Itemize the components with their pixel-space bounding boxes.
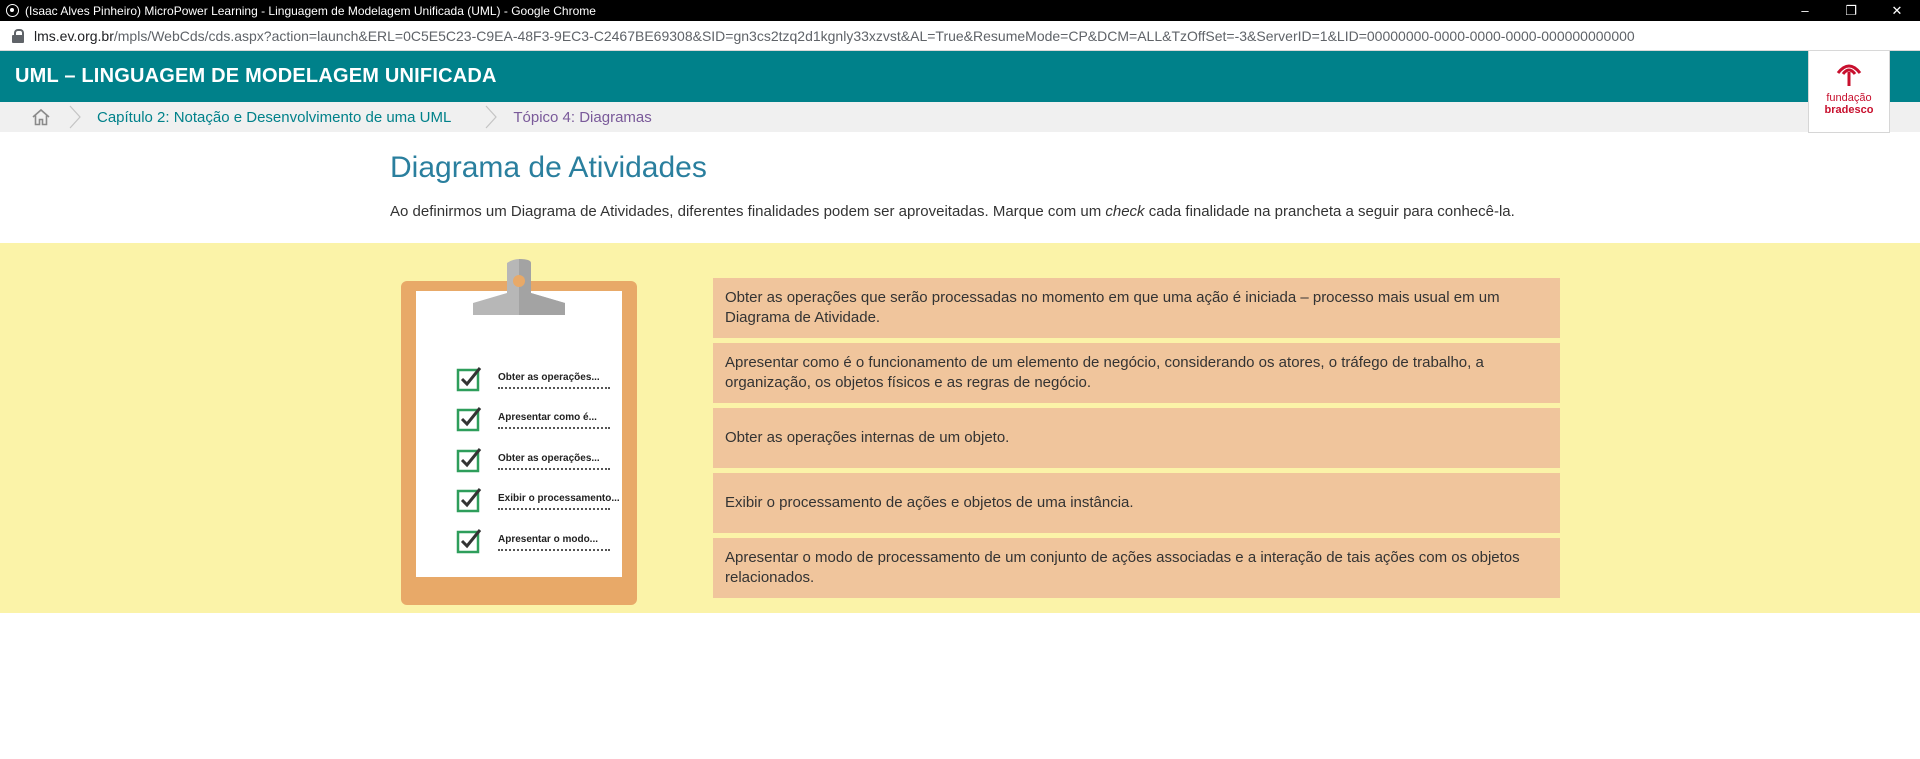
chevron-right-icon xyxy=(69,105,81,129)
intro-text: Ao definirmos um Diagrama de Atividades,… xyxy=(390,203,1515,220)
chevron-right-icon xyxy=(485,105,498,129)
url-host[interactable]: lms.ev.org.br xyxy=(34,28,114,44)
clipboard-paper: Obter as operações... Apresentar como é.… xyxy=(416,291,622,577)
clipboard-item-label: Apresentar o modo... xyxy=(498,534,610,551)
checked-checkbox-icon[interactable] xyxy=(456,528,482,554)
clipboard-clip-icon xyxy=(473,259,565,315)
breadcrumb-chapter[interactable]: Capítulo 2: Notação e Desenvolvimento de… xyxy=(97,109,451,126)
address-bar[interactable]: lms.ev.org.br /mpls/WebCds/cds.aspx?acti… xyxy=(0,21,1920,51)
clipboard-item-label: Obter as operações... xyxy=(498,372,610,389)
option-card[interactable]: Exibir o processamento de ações e objeto… xyxy=(713,473,1560,533)
clipboard-item[interactable]: Obter as operações... xyxy=(456,366,610,394)
clipboard-item[interactable]: Apresentar como é... xyxy=(456,406,610,434)
intro-text-end: cada finalidade na prancheta a seguir pa… xyxy=(1144,203,1515,220)
minimize-button[interactable]: – xyxy=(1782,0,1828,21)
url-path[interactable]: /mpls/WebCds/cds.aspx?action=launch&ERL=… xyxy=(114,28,1635,44)
home-icon[interactable] xyxy=(31,108,51,126)
option-card[interactable]: Apresentar como é o funcionamento de um … xyxy=(713,343,1560,403)
checked-checkbox-icon[interactable] xyxy=(456,447,482,473)
breadcrumb: Capítulo 2: Notação e Desenvolvimento de… xyxy=(0,102,1920,132)
browser-title-bar: (Isaac Alves Pinheiro) MicroPower Learni… xyxy=(0,0,1920,21)
checked-checkbox-icon[interactable] xyxy=(456,406,482,432)
breadcrumb-topic[interactable]: Tópico 4: Diagramas xyxy=(513,109,651,126)
chrome-icon xyxy=(6,4,19,17)
logo-text-bradesco: bradesco xyxy=(1824,104,1874,116)
close-button[interactable]: ✕ xyxy=(1874,0,1920,21)
window-title: (Isaac Alves Pinheiro) MicroPower Learni… xyxy=(25,3,596,18)
bradesco-tree-icon xyxy=(1836,64,1862,86)
clipboard-item-label: Exibir o processamento... xyxy=(498,493,620,510)
clipboard-item[interactable]: Obter as operações... xyxy=(456,447,610,475)
option-card[interactable]: Apresentar o modo de processamento de um… xyxy=(713,538,1560,598)
option-card[interactable]: Obter as operações que serão processadas… xyxy=(713,278,1560,338)
course-header: UML – LINGUAGEM DE MODELAGEM UNIFICADA f… xyxy=(0,51,1920,133)
logo-text-fundacao: fundação xyxy=(1826,92,1872,104)
option-card[interactable]: Obter as operações internas de um objeto… xyxy=(713,408,1560,468)
clipboard-item[interactable]: Apresentar o modo... xyxy=(456,528,610,556)
activity-area: Obter as operações... Apresentar como é.… xyxy=(0,243,1920,613)
clipboard-item[interactable]: Exibir o processamento... xyxy=(456,487,620,515)
clipboard-item-label: Obter as operações... xyxy=(498,453,610,470)
intro-text-start: Ao definirmos um Diagrama de Atividades,… xyxy=(390,203,1106,220)
restore-button[interactable]: ❐ xyxy=(1828,0,1874,21)
checked-checkbox-icon[interactable] xyxy=(456,366,482,392)
main-content: Diagrama de Atividades Ao definirmos um … xyxy=(0,132,1920,243)
clipboard: Obter as operações... Apresentar como é.… xyxy=(401,259,637,605)
page-title: Diagrama de Atividades xyxy=(390,151,707,184)
fundacao-bradesco-logo: fundação bradesco xyxy=(1808,51,1890,133)
clipboard-item-label: Apresentar como é... xyxy=(498,412,610,429)
intro-text-emphasis: check xyxy=(1105,203,1145,220)
window-controls: – ❐ ✕ xyxy=(1782,0,1920,21)
checked-checkbox-icon[interactable] xyxy=(456,487,482,513)
lock-icon[interactable] xyxy=(12,28,24,43)
course-title: UML – LINGUAGEM DE MODELAGEM UNIFICADA xyxy=(15,65,497,87)
